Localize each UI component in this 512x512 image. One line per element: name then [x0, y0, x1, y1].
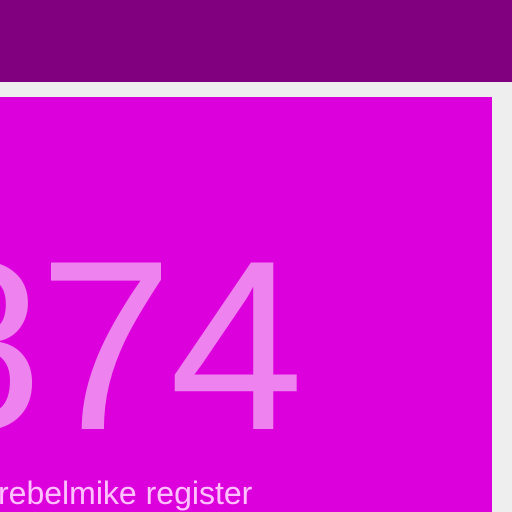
stat-label: rebelmike register: [0, 475, 253, 511]
top-app-bar: [0, 0, 512, 82]
stat-value: 874: [0, 211, 304, 481]
stat-card[interactable]: 874 rebelmike register: [0, 97, 492, 512]
app-screen: 874 rebelmike register: [0, 0, 512, 512]
